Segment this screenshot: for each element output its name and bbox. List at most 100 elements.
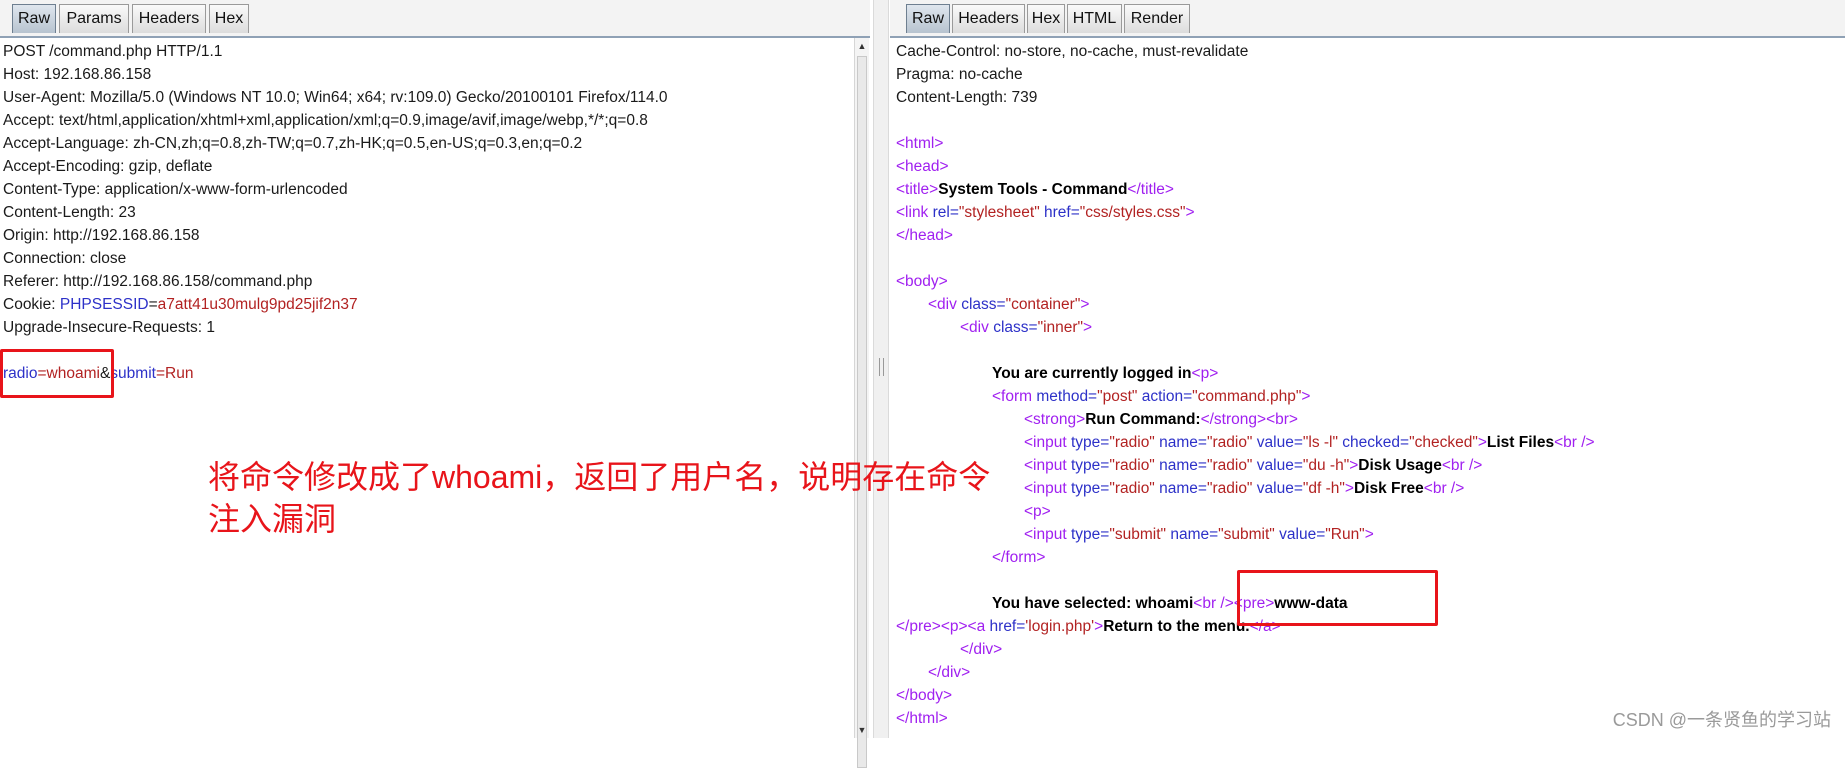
- header-accept-language: Accept-Language: zh-CN,zh;q=0.8,zh-TW;q=…: [3, 135, 583, 152]
- attr-value: "post": [1097, 388, 1138, 405]
- logged-in-line: You are currently logged in<p>: [896, 362, 1845, 385]
- attr-value: "Run": [1325, 526, 1365, 543]
- attr-name: value=: [1252, 434, 1303, 451]
- attr-name: method=: [1036, 388, 1098, 405]
- response-tab-headers[interactable]: Headers: [952, 4, 1025, 33]
- div-close-line: </div>: [896, 661, 1845, 684]
- attr-value: "radio": [1109, 480, 1155, 497]
- param-eq: =: [37, 365, 47, 382]
- attr-value: "inner": [1037, 319, 1084, 336]
- selected-text: You have selected: whoami: [992, 595, 1194, 612]
- a-close-tag: </a>: [1249, 618, 1281, 635]
- page-title-text: System Tools - Command: [938, 181, 1128, 198]
- request-tab-raw[interactable]: Raw: [12, 4, 56, 33]
- return-line: </pre><p><a href='login.php'>Return to t…: [896, 615, 1845, 638]
- header-cookie: Cookie: PHPSESSID=a7att41u30mulg9pd25jif…: [3, 293, 846, 316]
- a-tag: <a: [967, 618, 990, 635]
- div-close-line: </div>: [896, 638, 1845, 661]
- attr-value: "command.php": [1192, 388, 1302, 405]
- request-tab-headers[interactable]: Headers: [132, 4, 206, 33]
- div-close-tag: </div>: [928, 664, 971, 681]
- selected-line: You have selected: whoami<br /><pre>www-…: [896, 592, 1845, 615]
- response-tab-bar: Raw Headers Hex HTML Render: [890, 0, 1845, 38]
- header-upgrade-insecure: Upgrade-Insecure-Requests: 1: [3, 319, 215, 336]
- request-tab-params[interactable]: Params: [59, 4, 129, 33]
- attr-name: name=: [1154, 434, 1207, 451]
- request-tab-hex[interactable]: Hex: [209, 4, 249, 33]
- attr-value: "css/styles.css": [1079, 204, 1186, 221]
- link-line: <link rel="stylesheet" href="css/styles.…: [896, 201, 1845, 224]
- logged-in-text: You are currently logged in: [992, 365, 1192, 382]
- html-tag: <html>: [896, 135, 944, 152]
- param-submit-value: Run: [165, 365, 194, 382]
- attr-name: value=: [1252, 480, 1303, 497]
- html-close-tag: </html>: [896, 710, 948, 727]
- tag-end: >: [1185, 204, 1195, 221]
- request-scroll-thumb[interactable]: [857, 56, 867, 768]
- attr-value: "radio": [1109, 434, 1155, 451]
- header-accept: Accept: text/html,application/xhtml+xml,…: [3, 112, 648, 129]
- cookie-label: Cookie:: [3, 296, 60, 313]
- command-output: www-data: [1274, 595, 1348, 612]
- request-body: radio=whoami&submit=Run: [3, 362, 846, 385]
- param-submit-name: submit: [110, 365, 156, 382]
- head-open: <head>: [896, 155, 1845, 178]
- request-scrollbar[interactable]: ▲ ▼: [854, 38, 869, 768]
- scroll-up-icon[interactable]: ▲: [855, 38, 869, 54]
- tag-end: >: [1301, 388, 1311, 405]
- header-referer: Referer: http://192.168.86.158/command.p…: [3, 273, 313, 290]
- header-cache-control: Cache-Control: no-store, no-cache, must-…: [896, 43, 1249, 60]
- div-tag: <div: [960, 319, 994, 336]
- scroll-down-icon[interactable]: ▼: [855, 722, 869, 738]
- response-editor[interactable]: Cache-Control: no-store, no-cache, must-…: [896, 40, 1845, 738]
- attr-name: name=: [1154, 457, 1207, 474]
- link-tag: <link: [896, 204, 933, 221]
- attr-name: type=: [1070, 457, 1110, 474]
- param-radio-name: radio: [3, 365, 38, 382]
- response-tab-html[interactable]: HTML: [1067, 4, 1122, 33]
- header-host: Host: 192.168.86.158: [3, 66, 152, 83]
- header-pragma: Pragma: no-cache: [896, 66, 1023, 83]
- attr-name: action=: [1137, 388, 1193, 405]
- list-files-text: List Files: [1486, 434, 1555, 451]
- attr-name: checked=: [1338, 434, 1410, 451]
- tag-end: >: [1080, 296, 1090, 313]
- html-open: <html>: [896, 132, 1845, 155]
- attr-value: "submit": [1109, 526, 1167, 543]
- request-tab-bar: Raw Params Headers Hex: [0, 0, 870, 38]
- pane-splitter[interactable]: [873, 0, 889, 738]
- attr-value: "du -h": [1302, 457, 1350, 474]
- response-tab-hex[interactable]: Hex: [1027, 4, 1065, 33]
- response-tab-render[interactable]: Render: [1124, 4, 1190, 33]
- attr-name: class=: [993, 319, 1038, 336]
- watermark: CSDN @一条贤鱼的学习站: [1612, 710, 1831, 730]
- p-tag: <p>: [1191, 365, 1219, 382]
- attr-value: "radio": [1109, 457, 1155, 474]
- div-inner-line: <div class="inner">: [896, 316, 1845, 339]
- div-tag: <div: [928, 296, 962, 313]
- response-tab-raw[interactable]: Raw: [906, 4, 950, 33]
- attr-name: type=: [1070, 526, 1110, 543]
- attr-name: href=: [1039, 204, 1080, 221]
- disk-free-text: Disk Free: [1353, 480, 1424, 497]
- attr-value: 'login.php': [1025, 618, 1095, 635]
- return-link-text: Return to the menu.: [1103, 618, 1250, 635]
- title-close-tag: </title>: [1127, 181, 1174, 198]
- param-amp: &: [99, 365, 111, 382]
- splitter-grip-icon[interactable]: [879, 358, 884, 376]
- form-close-line: </form>: [896, 546, 1845, 569]
- input-df-line: <input type="radio" name="radio" value="…: [896, 477, 1845, 500]
- request-editor[interactable]: POST /command.php HTTP/1.1 Host: 192.168…: [3, 40, 846, 738]
- attr-value: "radio": [1206, 457, 1253, 474]
- tag-end: >: [1364, 526, 1374, 543]
- tag-end: >: [1349, 457, 1359, 474]
- p-tag: <p>: [1024, 503, 1051, 520]
- attr-value: "radio": [1206, 434, 1253, 451]
- header-accept-encoding: Accept-Encoding: gzip, deflate: [3, 158, 213, 175]
- header-content-type: Content-Type: application/x-www-form-url…: [3, 181, 348, 198]
- div-close-tag: </div>: [960, 641, 1003, 658]
